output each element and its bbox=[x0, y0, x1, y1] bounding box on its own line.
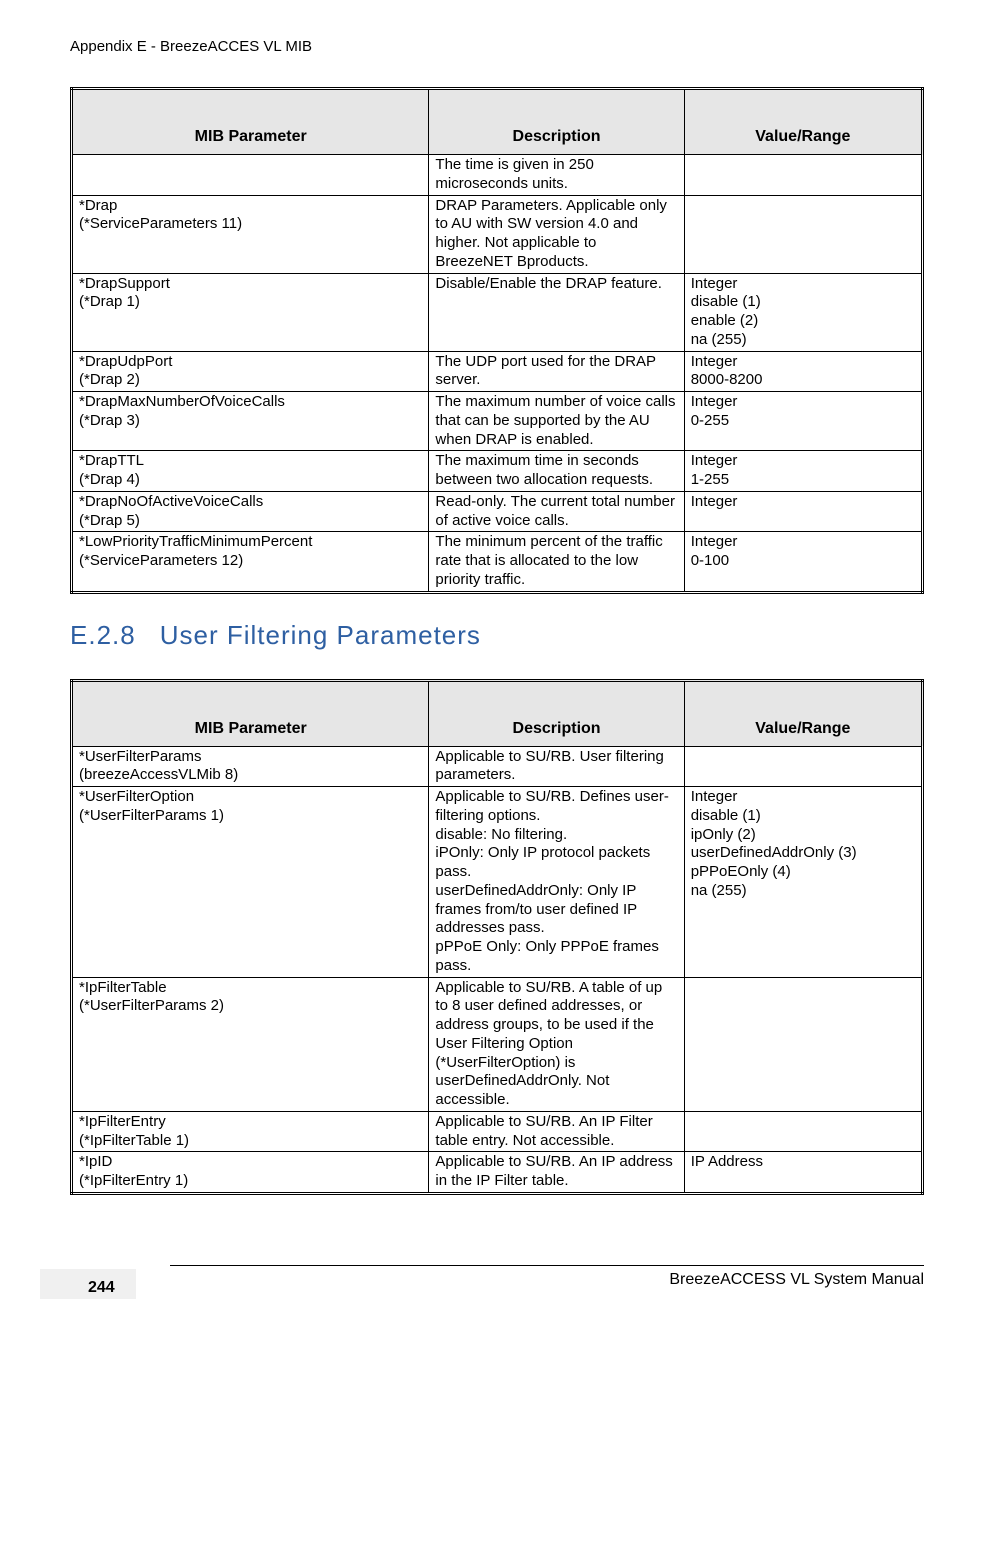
footer-rule bbox=[170, 1265, 924, 1266]
table-cell: Applicable to SU/RB. User filtering para… bbox=[429, 746, 684, 787]
table-cell: Integerdisable (1)ipOnly (2)userDefinedA… bbox=[684, 787, 922, 978]
footer-doc-title: BreezeACCESS VL System Manual bbox=[669, 1271, 924, 1289]
table-cell: The maximum number of voice calls that c… bbox=[429, 392, 684, 451]
table-row: *UserFilterOption(*UserFilterParams 1)Ap… bbox=[72, 787, 923, 978]
table-cell: *DrapSupport(*Drap 1) bbox=[72, 273, 429, 351]
table-cell: *Drap(*ServiceParameters 11) bbox=[72, 195, 429, 273]
table-row: *IpID(*IpFilterEntry 1)Applicable to SU/… bbox=[72, 1152, 923, 1194]
table-cell: Integer bbox=[684, 491, 922, 532]
table-header-row: MIB Parameter Description Value/Range bbox=[72, 89, 923, 155]
table-cell: Disable/Enable the DRAP feature. bbox=[429, 273, 684, 351]
table-row: *DrapTTL(*Drap 4)The maximum time in sec… bbox=[72, 451, 923, 492]
table-row: *IpFilterEntry(*IpFilterTable 1)Applicab… bbox=[72, 1111, 923, 1152]
doc-header: Appendix E - BreezeACCES VL MIB bbox=[70, 38, 924, 55]
table-row: *UserFilterParams(breezeAccessVLMib 8)Ap… bbox=[72, 746, 923, 787]
table-cell: The UDP port used for the DRAP server. bbox=[429, 351, 684, 392]
table-cell: Integer0-100 bbox=[684, 532, 922, 592]
table-cell: Applicable to SU/RB. A table of up to 8 … bbox=[429, 977, 684, 1111]
table-cell: Integerdisable (1)enable (2)na (255) bbox=[684, 273, 922, 351]
table-row: *IpFilterTable(*UserFilterParams 2)Appli… bbox=[72, 977, 923, 1111]
col-header-value: Value/Range bbox=[684, 89, 922, 155]
table-cell: *DrapNoOfActiveVoiceCalls(*Drap 5) bbox=[72, 491, 429, 532]
col-header-param: MIB Parameter bbox=[72, 680, 429, 746]
table-cell: DRAP Parameters. Applicable only to AU w… bbox=[429, 195, 684, 273]
table-row: *DrapNoOfActiveVoiceCalls(*Drap 5)Read-o… bbox=[72, 491, 923, 532]
table-cell bbox=[684, 1111, 922, 1152]
table-cell: Applicable to SU/RB. An IP address in th… bbox=[429, 1152, 684, 1194]
table-cell bbox=[684, 746, 922, 787]
table-row: *Drap(*ServiceParameters 11)DRAP Paramet… bbox=[72, 195, 923, 273]
table-cell: Integer1-255 bbox=[684, 451, 922, 492]
table-cell: *UserFilterParams(breezeAccessVLMib 8) bbox=[72, 746, 429, 787]
table-cell: Applicable to SU/RB. An IP Filter table … bbox=[429, 1111, 684, 1152]
table-cell: IP Address bbox=[684, 1152, 922, 1194]
table-cell: *IpID(*IpFilterEntry 1) bbox=[72, 1152, 429, 1194]
table-cell: The time is given in 250 microseconds un… bbox=[429, 155, 684, 196]
mib-table-2: MIB Parameter Description Value/Range *U… bbox=[70, 679, 924, 1195]
table-cell: *DrapUdpPort(*Drap 2) bbox=[72, 351, 429, 392]
table-row: *DrapSupport(*Drap 1)Disable/Enable the … bbox=[72, 273, 923, 351]
table-cell: Applicable to SU/RB. Defines user-filter… bbox=[429, 787, 684, 978]
col-header-param: MIB Parameter bbox=[72, 89, 429, 155]
page-footer: BreezeACCESS VL System Manual 244 bbox=[70, 1265, 924, 1305]
section-title: User Filtering Parameters bbox=[160, 620, 481, 650]
col-header-desc: Description bbox=[429, 680, 684, 746]
table-header-row: MIB Parameter Description Value/Range bbox=[72, 680, 923, 746]
col-header-desc: Description bbox=[429, 89, 684, 155]
table-row: The time is given in 250 microseconds un… bbox=[72, 155, 923, 196]
table-cell: The maximum time in seconds between two … bbox=[429, 451, 684, 492]
table-cell bbox=[684, 977, 922, 1111]
mib-table-1: MIB Parameter Description Value/Range Th… bbox=[70, 87, 924, 594]
table-cell: Integer8000-8200 bbox=[684, 351, 922, 392]
table-cell: *IpFilterTable(*UserFilterParams 2) bbox=[72, 977, 429, 1111]
table-cell: Read-only. The current total number of a… bbox=[429, 491, 684, 532]
table-row: *LowPriorityTrafficMinimumPercent(*Servi… bbox=[72, 532, 923, 592]
section-number: E.2.8 bbox=[70, 620, 136, 650]
col-header-value: Value/Range bbox=[684, 680, 922, 746]
section-heading: E.2.8 User Filtering Parameters bbox=[70, 620, 924, 651]
table-cell: *UserFilterOption(*UserFilterParams 1) bbox=[72, 787, 429, 978]
table-cell bbox=[684, 155, 922, 196]
table-cell bbox=[684, 195, 922, 273]
table-cell: Integer0-255 bbox=[684, 392, 922, 451]
table-cell: *LowPriorityTrafficMinimumPercent(*Servi… bbox=[72, 532, 429, 592]
table-cell: *DrapMaxNumberOfVoiceCalls(*Drap 3) bbox=[72, 392, 429, 451]
table-row: *DrapUdpPort(*Drap 2)The UDP port used f… bbox=[72, 351, 923, 392]
table-cell bbox=[72, 155, 429, 196]
table-cell: *IpFilterEntry(*IpFilterTable 1) bbox=[72, 1111, 429, 1152]
table-row: *DrapMaxNumberOfVoiceCalls(*Drap 3)The m… bbox=[72, 392, 923, 451]
table-cell: The minimum percent of the traffic rate … bbox=[429, 532, 684, 592]
table-cell: *DrapTTL(*Drap 4) bbox=[72, 451, 429, 492]
footer-page-number: 244 bbox=[88, 1279, 115, 1297]
